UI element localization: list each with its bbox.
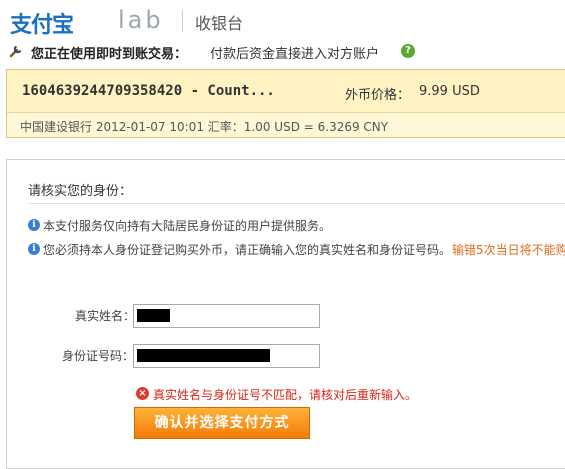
header-divider bbox=[182, 10, 183, 32]
lab-logo: lab bbox=[118, 6, 164, 34]
page-title: 收银台 bbox=[195, 14, 244, 33]
transaction-type-description: 付款后资金直接进入对方账户 bbox=[210, 47, 380, 62]
real-name-label: 真实姓名： bbox=[75, 309, 136, 323]
order-divider bbox=[7, 112, 565, 113]
info-icon: i bbox=[28, 243, 40, 255]
verify-divider bbox=[28, 203, 565, 204]
price-value: 9.99 USD bbox=[419, 84, 480, 99]
id-number-label: 身份证号码： bbox=[62, 349, 135, 363]
alipay-logo: 支付宝 bbox=[10, 13, 74, 38]
transaction-type-title: 您正在使用即时到账交易： bbox=[31, 47, 188, 62]
redacted-value bbox=[137, 309, 170, 322]
redacted-value bbox=[137, 349, 270, 362]
confirm-payment-button[interactable]: 确认并选择支付方式 bbox=[134, 407, 310, 439]
price-label: 外币价格： bbox=[345, 88, 411, 103]
info-icon: i bbox=[28, 219, 40, 231]
order-id: 1604639244709358420 - Count... bbox=[22, 83, 275, 99]
question-circle-icon[interactable]: ? bbox=[401, 44, 415, 58]
error-icon: × bbox=[136, 387, 149, 400]
info-message: 本支付服务仅向持有大陆居民身份证的用户提供服务。 bbox=[43, 219, 332, 233]
verify-title: 请核实您的身份： bbox=[28, 184, 133, 199]
info-message: 您必须持本人身份证登记购买外币，请正确输入您的真实姓名和身份证号码。 bbox=[43, 243, 452, 257]
attempt-warning: 输错5次当日将不能购 bbox=[452, 243, 565, 257]
order-meta: 中国建设银行 2012-01-07 10:01 汇率：1.00 USD = 6.… bbox=[20, 120, 389, 134]
tool-icon bbox=[8, 43, 24, 59]
error-message: 真实姓名与身份证号不匹配，请核对后重新输入。 bbox=[153, 388, 418, 402]
